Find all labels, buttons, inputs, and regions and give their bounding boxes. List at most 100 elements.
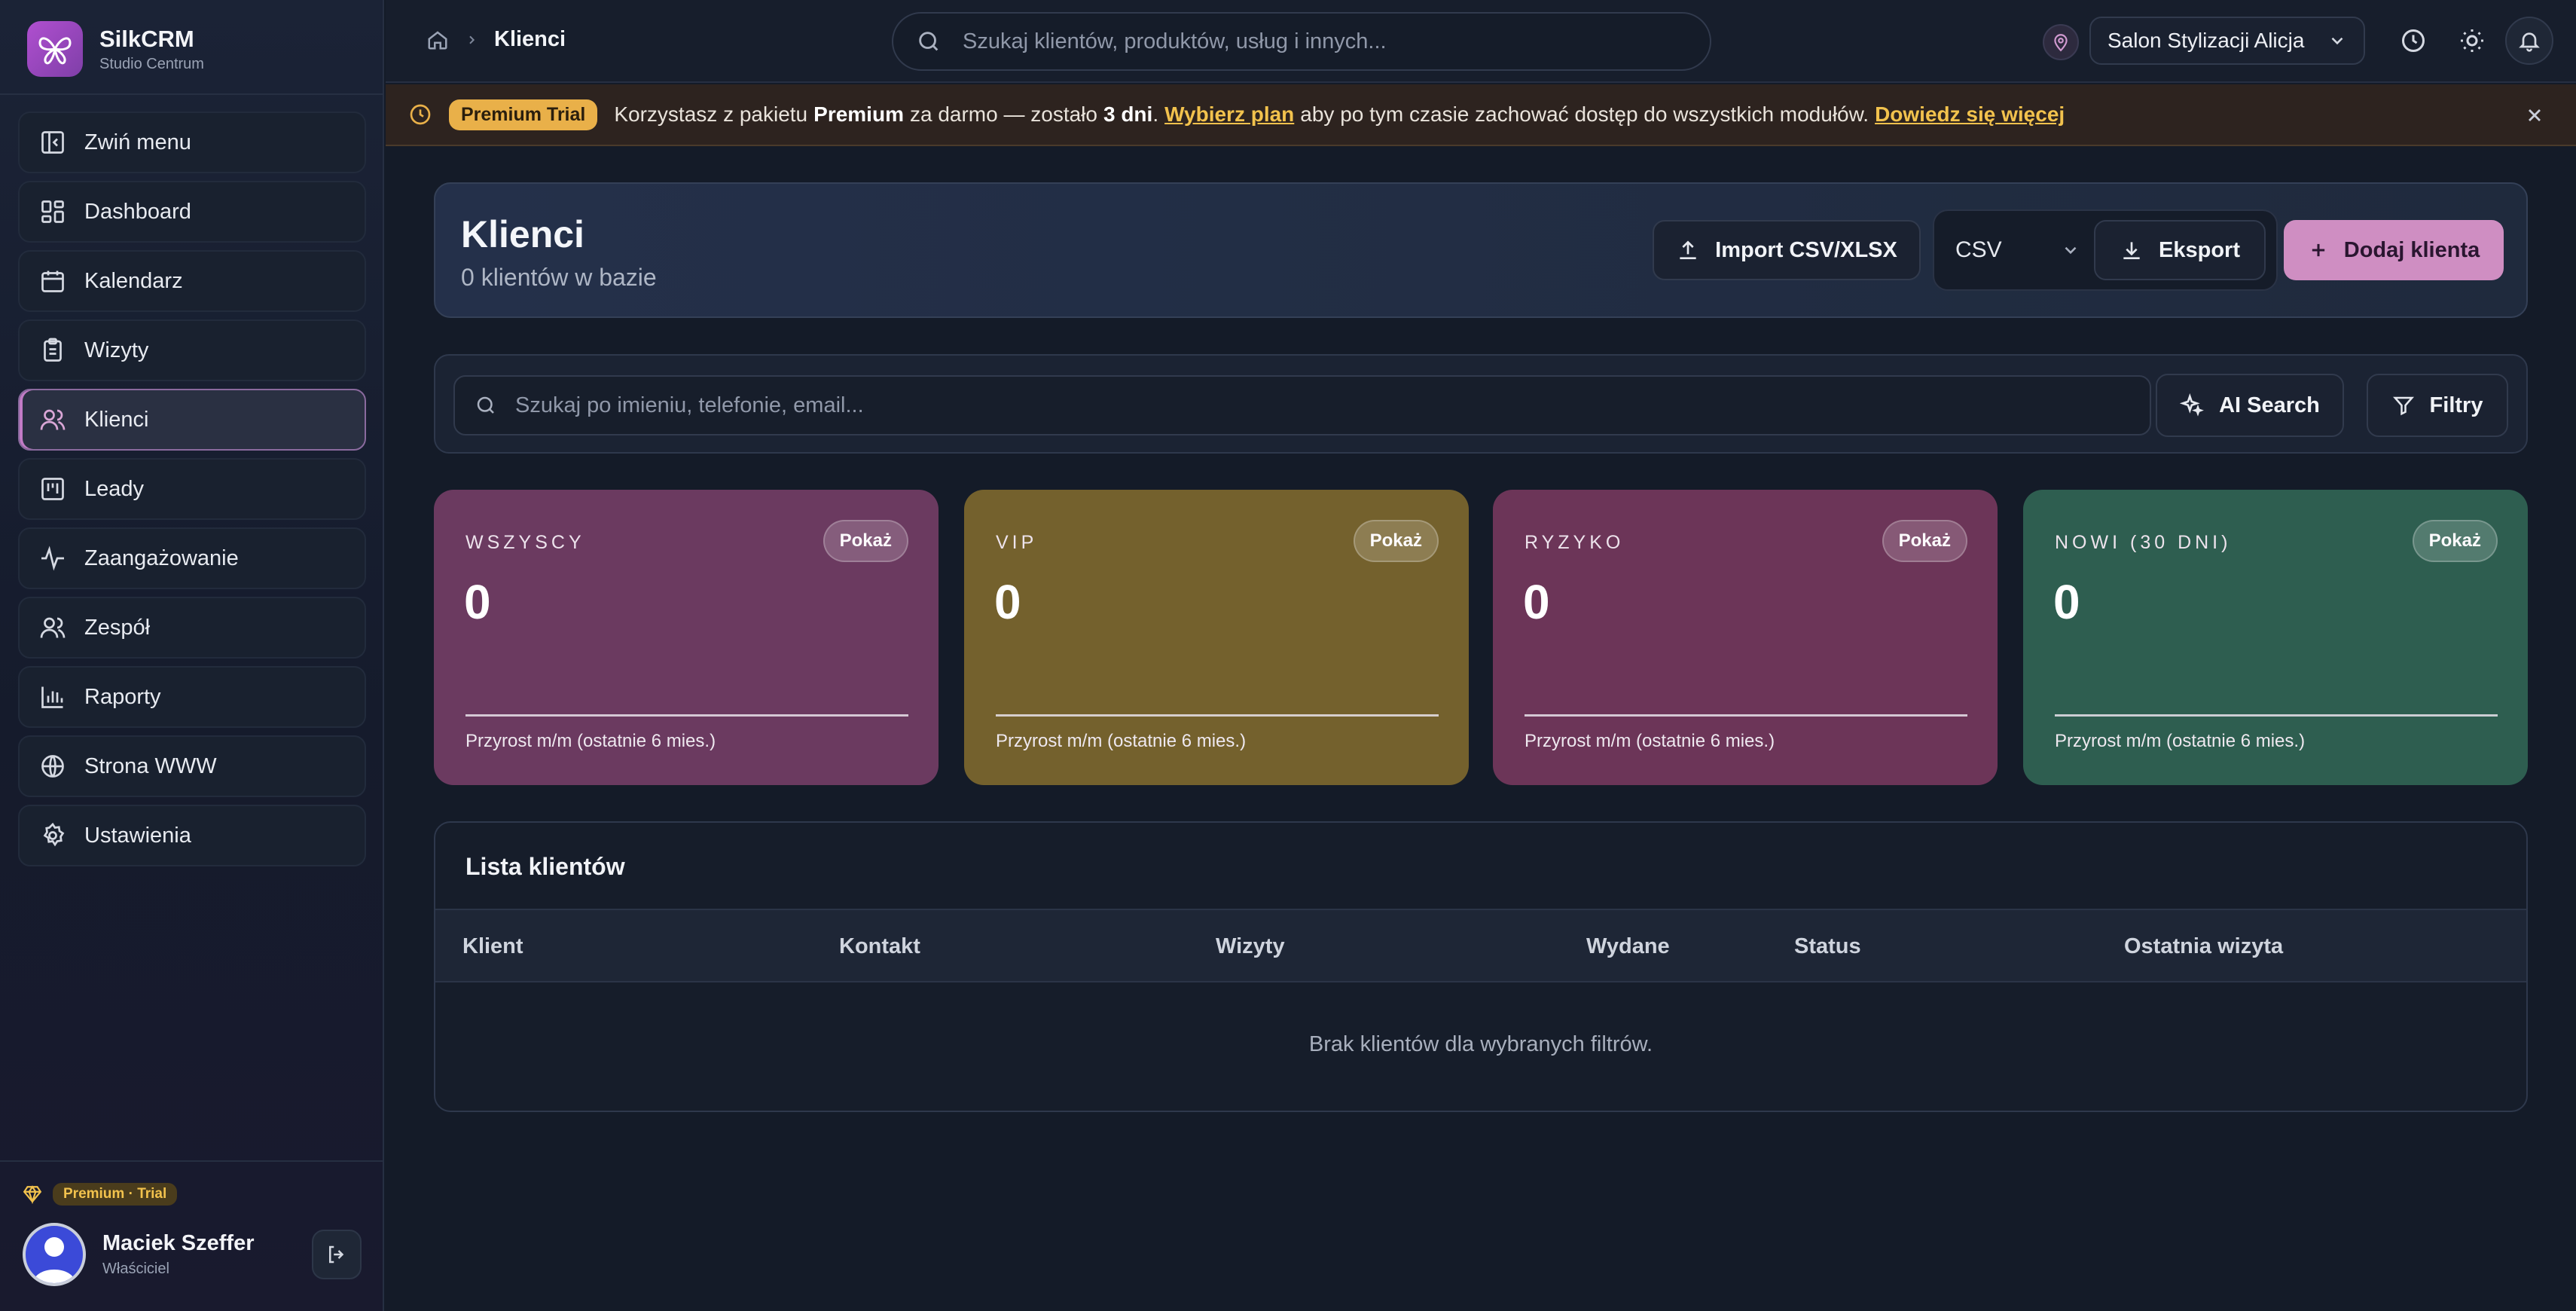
dashboard-icon: [41, 200, 64, 223]
stat-show-button[interactable]: Pokaż: [823, 520, 908, 562]
kanban-icon: [41, 478, 64, 500]
sidebar-item-label: Dashboard: [84, 199, 191, 224]
notifications-button[interactable]: [2505, 17, 2553, 65]
sidebar-item-settings[interactable]: Ustawienia: [18, 805, 366, 866]
salon-select[interactable]: Salon Stylizacji Alicja: [2089, 17, 2365, 65]
search-icon: [477, 396, 494, 414]
column-header-contact[interactable]: Kontakt: [839, 934, 920, 959]
stat-show-button[interactable]: Pokaż: [2412, 520, 2498, 562]
butterfly-logo-icon: [27, 21, 83, 77]
add-client-button[interactable]: Dodaj klienta: [2284, 220, 2504, 280]
column-header-last-visit[interactable]: Ostatnia wizyta: [2124, 934, 2283, 959]
plus-icon: [2312, 243, 2324, 257]
page-title: Klienci: [461, 213, 584, 255]
stat-show-button[interactable]: Pokaż: [1353, 520, 1439, 562]
sidebar-item-website[interactable]: Strona WWW: [18, 735, 366, 797]
stat-footnote: Przyrost m/m (ostatnie 6 mies.): [2055, 731, 2306, 751]
filter-icon: [2392, 396, 2414, 416]
stat-card-all: WSZYSCY Pokaż 0 Przyrost m/m (ostatnie 6…: [434, 490, 939, 785]
logout-icon: [329, 1245, 344, 1264]
user-profile[interactable]: Maciek Szeffer Właściciel: [23, 1222, 362, 1287]
client-search-bar: AI Search Filtry: [434, 354, 2528, 454]
sidebar-item-team[interactable]: Zespół: [18, 597, 366, 659]
team-icon: [40, 617, 66, 638]
download-icon: [2123, 242, 2140, 259]
stat-label: VIP: [996, 532, 1038, 553]
stat-footnote: Przyrost m/m (ostatnie 6 mies.): [996, 731, 1247, 751]
sidebar-item-visits[interactable]: Wizyty: [18, 319, 366, 381]
bell-icon: [2519, 32, 2540, 52]
sidebar-item-label: Zwiń menu: [84, 130, 191, 154]
stat-label: RYZYKO: [1525, 532, 1625, 553]
banner-text: aby po tym czasie zachować dostęp do wsz…: [1300, 102, 1869, 126]
sidebar-item-leads[interactable]: Leady: [18, 458, 366, 520]
banner-days-left: 3 dni: [1103, 102, 1153, 126]
page-header: Klienci 0 klientów w bazie Import CSV/XL…: [434, 182, 2528, 318]
stat-trend-line: [1525, 714, 1967, 717]
ai-search-button[interactable]: AI Search: [2156, 374, 2344, 437]
location-pin[interactable]: [2043, 24, 2079, 60]
banner-text: Korzystasz z pakietu: [614, 102, 808, 126]
global-search[interactable]: [892, 12, 1711, 71]
brand-name: SilkCRM: [99, 25, 194, 52]
column-header-spent[interactable]: Wydane: [1586, 934, 1670, 959]
sidebar-item-label: Raporty: [84, 684, 161, 709]
stat-show-button[interactable]: Pokaż: [1882, 520, 1967, 562]
clock-icon: [410, 104, 431, 125]
import-button-label: Import CSV/XLSX: [1715, 237, 1897, 262]
client-search[interactable]: [453, 375, 2151, 435]
sidebar-item-collapse[interactable]: Zwiń menu: [18, 112, 366, 173]
global-search-input[interactable]: [963, 29, 1641, 54]
upload-icon: [1680, 240, 1696, 259]
brand-subtitle: Studio Centrum: [99, 55, 204, 72]
stat-trend-line: [2055, 714, 2498, 717]
sidebar-item-label: Leady: [84, 476, 145, 501]
sidebar-item-calendar[interactable]: Kalendarz: [18, 250, 366, 312]
chevron-right-icon: [469, 35, 475, 44]
sidebar-item-dashboard[interactable]: Dashboard: [18, 181, 366, 243]
choose-plan-link[interactable]: Wybierz plan: [1164, 102, 1294, 127]
sidebar-item-clients[interactable]: Klienci: [18, 389, 366, 451]
filters-button[interactable]: Filtry: [2367, 374, 2508, 437]
user-avatar-icon: [33, 1237, 75, 1283]
globe-icon: [41, 755, 64, 778]
trial-banner: Premium Trial Korzystasz z pakietu Premi…: [386, 84, 2576, 146]
banner-close-button[interactable]: [2520, 101, 2549, 130]
export-format-value: CSV: [1955, 237, 2002, 262]
ai-search-button-label: AI Search: [2219, 393, 2320, 417]
avatar[interactable]: [23, 1223, 86, 1286]
sidebar-item-label: Klienci: [84, 407, 149, 432]
export-button-label: Eksport: [2159, 237, 2240, 262]
calendar-icon: [41, 270, 64, 292]
column-header-visits[interactable]: Wizyty: [1216, 934, 1285, 959]
sun-icon: [2461, 29, 2483, 52]
salon-select-value: Salon Stylizacji Alicja: [2107, 29, 2305, 52]
column-header-client[interactable]: Klient: [462, 934, 523, 959]
export-format-select[interactable]: CSV: [1943, 220, 2094, 280]
activity-icon: [41, 545, 64, 571]
home-icon[interactable]: [426, 29, 449, 51]
learn-more-link[interactable]: Dowiedz się więcej: [1875, 102, 2065, 127]
user-role: Właściciel: [102, 1261, 169, 1277]
diamond-icon: [23, 1185, 42, 1204]
stat-card-new: NOWI (30 DNI) Pokaż 0 Przyrost m/m (osta…: [2023, 490, 2528, 785]
import-button[interactable]: Import CSV/XLSX: [1653, 220, 1921, 280]
stat-label: WSZYSCY: [465, 532, 585, 553]
logout-button[interactable]: [312, 1230, 362, 1279]
sidebar-item-engagement[interactable]: Zaangażowanie: [18, 527, 366, 589]
stat-trend-line: [996, 714, 1439, 717]
sidebar-item-label: Strona WWW: [84, 753, 217, 778]
gear-icon: [43, 822, 65, 847]
stat-card-risk: RYZYKO Pokaż 0 Przyrost m/m (ostatnie 6 …: [1493, 490, 1998, 785]
stat-value: 0: [464, 575, 491, 629]
clipboard-icon: [44, 338, 62, 362]
divider: [0, 93, 384, 95]
theme-toggle[interactable]: [2448, 17, 2496, 65]
sidebar-item-reports[interactable]: Raporty: [18, 666, 366, 728]
empty-state-message: Brak klientów dla wybranych filtrów.: [1308, 1032, 1653, 1056]
column-header-status[interactable]: Status: [1794, 934, 1861, 959]
brand[interactable]: SilkCRM Studio Centrum: [27, 17, 204, 81]
history-button[interactable]: [2389, 17, 2437, 65]
client-search-input[interactable]: [515, 393, 1193, 418]
export-button[interactable]: Eksport: [2094, 220, 2266, 280]
